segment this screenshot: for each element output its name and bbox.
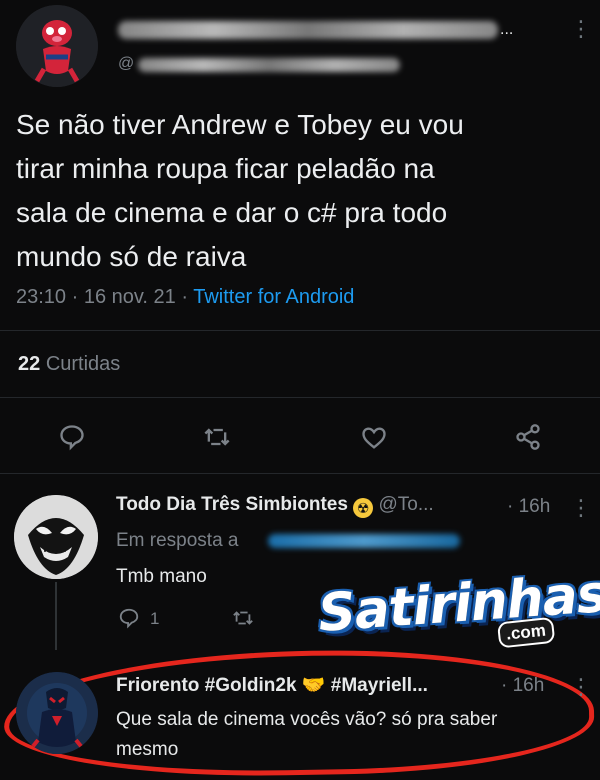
handshake-emoji-icon: 🤝	[301, 675, 326, 696]
reply1-name[interactable]: Todo Dia Três Simbiontes	[116, 494, 348, 515]
reply-button[interactable]	[58, 423, 86, 456]
tweet-text-line-1: Se não tiver Andrew e Tobey eu vou	[16, 109, 464, 140]
like-button[interactable]	[360, 424, 388, 457]
tweet-text-line-3: sala de cinema e dar o c# pra todo	[16, 197, 448, 228]
meta-separator: ·	[181, 286, 189, 308]
tweet-more-menu[interactable]: ⋮	[570, 18, 592, 40]
reply1-retweet-button[interactable]	[232, 607, 254, 634]
tweet-source-link[interactable]: Twitter for Android	[193, 286, 354, 308]
author-handle-prefix: @	[118, 55, 135, 72]
likes-stat[interactable]: 22 Curtidas	[18, 353, 120, 376]
spider-ham-avatar-icon	[16, 5, 98, 87]
author-handle-redacted	[138, 58, 400, 72]
retweet-button[interactable]	[203, 423, 231, 456]
venom-avatar-icon	[14, 495, 98, 579]
share-icon	[516, 424, 540, 450]
reply1-handle: @To...	[378, 494, 434, 515]
reply1-mention-redacted[interactable]	[268, 534, 460, 548]
tweet-text: Se não tiver Andrew e Tobey eu vou tirar…	[16, 103, 464, 279]
reply-icon	[119, 608, 139, 629]
tweet-text-line-4: mundo só de raiva	[16, 241, 247, 272]
radioactive-badge-icon: ☢	[353, 498, 374, 518]
divider	[0, 330, 600, 331]
reply2-age: · 16h	[501, 675, 545, 696]
spiderman-2099-avatar-icon	[16, 672, 98, 754]
reply1-reply-count: 1	[150, 609, 160, 628]
likes-count: 22	[18, 353, 41, 375]
reply2-header: Friorento #Goldin2k 🤝 #Mayriell...	[116, 673, 428, 697]
reply2-text-line-1: Que sala de cinema vocês vão? só pra sab…	[116, 709, 498, 730]
reply1-avatar[interactable]	[14, 495, 98, 579]
watermark-logo: Satirinhas .com	[316, 564, 600, 649]
reply-icon	[60, 425, 84, 451]
reply2-text-line-2: mesmo	[116, 739, 179, 760]
reply1-header: Todo Dia Três Simbiontes ☢ @To...	[116, 494, 434, 518]
reply1-reply-to: Em resposta a	[116, 530, 239, 551]
meta-separator: ·	[71, 286, 79, 308]
tweet-meta: 23:10 · 16 nov. 21 · Twitter for Android	[16, 286, 354, 309]
divider	[0, 473, 600, 474]
divider	[0, 397, 600, 398]
retweet-icon	[233, 611, 253, 625]
tweet-time: 23:10	[16, 286, 67, 308]
reply2-more-menu[interactable]: ⋮	[570, 676, 592, 698]
watermark-suffix: .com	[496, 616, 556, 649]
thread-line	[55, 582, 57, 650]
heart-icon	[362, 427, 386, 449]
author-avatar[interactable]	[16, 5, 98, 87]
reply2-name-tail[interactable]: #Mayriell...	[331, 675, 428, 696]
watermark-text: Satirinhas	[316, 564, 600, 644]
reply1-more-menu[interactable]: ⋮	[570, 497, 592, 519]
tweet-date: 16 nov. 21	[83, 286, 176, 308]
reply1-reply-button[interactable]	[118, 607, 140, 634]
reply2-avatar[interactable]	[16, 672, 98, 754]
author-name-ellipsis: ...	[500, 21, 514, 38]
reply1-age: · 16h	[507, 496, 551, 517]
tweet-text-line-2: tirar minha roupa ficar peladão na	[16, 153, 435, 184]
share-button[interactable]	[514, 423, 542, 456]
reply2-name[interactable]: Friorento #Goldin2k	[116, 675, 297, 696]
reply2-text: Que sala de cinema vocês vão? só pra sab…	[116, 705, 497, 765]
likes-label: Curtidas	[45, 353, 121, 375]
retweet-icon	[204, 428, 230, 446]
author-name-redacted	[118, 21, 498, 39]
reply1-text: Tmb mano	[116, 566, 207, 587]
